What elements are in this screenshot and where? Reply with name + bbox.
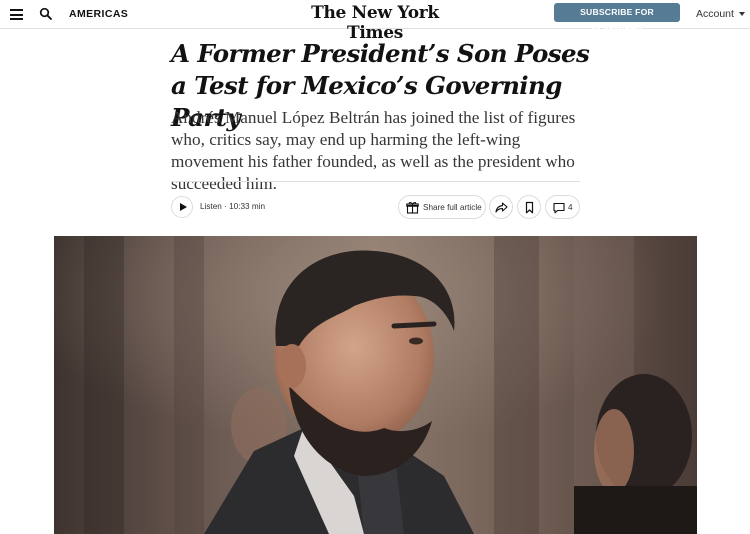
top-bar: AMERICAS The New York Times SUBSCRIBE FO… [0,0,750,43]
lead-photo [54,236,697,534]
share-arrow-icon [495,202,508,213]
share-full-article-button[interactable]: Share full article [398,195,486,219]
play-icon [180,203,187,211]
chevron-down-icon [738,12,745,17]
account-label: Account [696,8,734,20]
portrait-image [54,236,697,534]
comment-icon [553,202,565,214]
share-button[interactable] [489,195,513,219]
comments-button[interactable]: 4 [545,195,580,219]
account-menu[interactable]: Account [696,8,745,20]
section-link-americas[interactable]: AMERICAS [69,8,128,20]
divider [171,181,580,182]
subscribe-button[interactable]: SUBSCRIBE FOR $0.25/WEEK [554,3,680,36]
save-bookmark-button[interactable] [517,195,541,219]
search-icon[interactable] [39,7,53,21]
listen-play-button[interactable] [171,196,193,218]
share-label: Share full article [423,203,482,212]
comment-count: 4 [568,203,573,212]
listen-duration[interactable]: Listen · 10:33 min [200,202,265,211]
hamburger-icon[interactable] [10,9,23,20]
masthead-logo[interactable]: The New York Times [300,3,450,43]
bookmark-icon [525,201,534,214]
gift-icon [406,202,419,214]
